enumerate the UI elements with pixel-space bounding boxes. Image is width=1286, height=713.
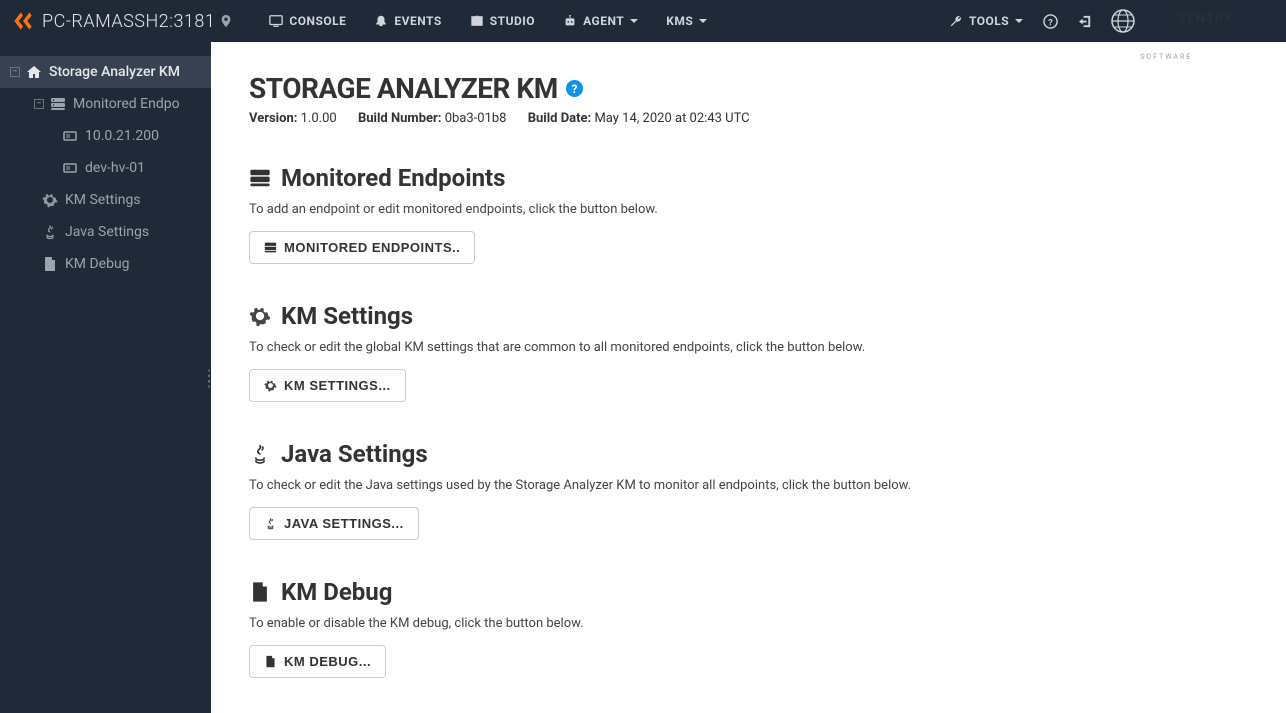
gear-icon [264, 379, 277, 392]
help-button[interactable] [1033, 14, 1068, 29]
server-icon [264, 241, 277, 254]
button-label: Monitored Endpoints.. [284, 240, 460, 255]
button-label: Java Settings... [284, 516, 404, 531]
nav-tools-label: Tools [969, 14, 1009, 28]
logout-button[interactable] [1068, 14, 1103, 29]
date-label: Build Date: [528, 111, 592, 126]
gear-icon [42, 192, 58, 208]
button-label: KM Debug... [284, 654, 371, 669]
tree-endpoint-label: dev-hv-01 [85, 160, 145, 176]
section-desc: To check or edit the Java settings used … [249, 478, 1248, 493]
tree-km-settings[interactable]: KM Settings [0, 184, 211, 216]
file-icon [42, 256, 58, 272]
sentry-globe-icon [1111, 9, 1135, 33]
nav-agent[interactable]: Agent [549, 0, 652, 42]
tree-km-debug-label: KM Debug [65, 256, 130, 272]
nav-tools[interactable]: Tools [939, 0, 1033, 42]
section-desc: To enable or disable the KM debug, click… [249, 616, 1248, 631]
section-desc: To check or edit the global KM settings … [249, 340, 1248, 355]
tree-monitored-label: Monitored Endpo [73, 96, 180, 112]
section-title: Monitored Endpoints [281, 164, 506, 192]
nav-studio-label: Studio [490, 14, 535, 28]
nav-kms-label: KMs [666, 14, 693, 28]
section-title: KM Debug [281, 578, 392, 606]
version-label: Version: [249, 111, 297, 126]
nav-studio[interactable]: Studio [456, 0, 549, 42]
section-endpoints: Monitored Endpoints To add an endpoint o… [249, 164, 1248, 264]
server-icon [50, 96, 66, 112]
nav-kms[interactable]: KMs [652, 0, 721, 42]
km-settings-button[interactable]: KM Settings... [249, 369, 406, 402]
host-label: PC-RAMASSH2:3181 [42, 11, 215, 32]
nav-events-label: Events [394, 14, 441, 28]
tree-collapse-icon[interactable]: − [10, 67, 20, 77]
build-label: Build Number: [358, 111, 441, 126]
page-title-text: STORAGE ANALYZER KM [249, 72, 558, 105]
nav-events[interactable]: Events [360, 0, 455, 42]
nav-console-label: Console [289, 14, 346, 28]
section-title: Java Settings [281, 440, 428, 468]
button-label: KM Settings... [284, 378, 391, 393]
section-java-settings: Java Settings To check or edit the Java … [249, 440, 1248, 540]
monitored-endpoints-button[interactable]: Monitored Endpoints.. [249, 231, 475, 264]
tree-collapse-icon[interactable]: − [34, 99, 44, 109]
main-content: STORAGE ANALYZER KM ? Version: 1.0.00 Bu… [211, 42, 1286, 713]
tree-java-settings-label: Java Settings [65, 224, 149, 240]
tree-endpoint-label: 10.0.21.200 [85, 128, 159, 144]
nav-right: Tools SENTRYSOFTWARE [939, 0, 1286, 42]
java-settings-button[interactable]: Java Settings... [249, 507, 419, 540]
top-navbar: PC-RAMASSH2:3181 Console Events Studio A… [0, 0, 1286, 42]
caret-down-icon [1015, 19, 1023, 23]
km-debug-button[interactable]: KM Debug... [249, 645, 386, 678]
tree-km-settings-label: KM Settings [65, 192, 141, 208]
tree-km-debug[interactable]: KM Debug [0, 248, 211, 280]
tree-root[interactable]: − Storage Analyzer KM [0, 56, 211, 88]
server-icon [249, 167, 271, 189]
caret-down-icon [699, 19, 707, 23]
java-icon [264, 517, 277, 530]
nav-links: Console Events Studio Agent KMs [255, 0, 721, 42]
sidebar-resize-handle[interactable]: ⋮⋮ [201, 373, 217, 383]
gear-icon [249, 305, 271, 327]
version-value: 1.0.00 [301, 111, 337, 126]
tree-java-settings[interactable]: Java Settings [0, 216, 211, 248]
date-value: May 14, 2020 at 02:43 UTC [594, 111, 749, 126]
home-icon [26, 64, 42, 80]
section-title: KM Settings [281, 302, 413, 330]
section-km-settings: KM Settings To check or edit the global … [249, 302, 1248, 402]
file-icon [249, 581, 271, 603]
sidebar-tree: − Storage Analyzer KM − Monitored Endpo … [0, 42, 211, 713]
version-info: Version: 1.0.00 Build Number: 0ba3-01b8 … [249, 111, 1248, 126]
host-icon [62, 128, 78, 144]
java-icon [249, 443, 271, 465]
file-icon [264, 655, 277, 668]
brand-logo-icon [10, 8, 36, 34]
caret-down-icon [630, 19, 638, 23]
section-km-debug: KM Debug To enable or disable the KM deb… [249, 578, 1248, 678]
location-pin-icon[interactable] [219, 14, 233, 28]
nav-agent-label: Agent [583, 14, 624, 28]
section-desc: To add an endpoint or edit monitored end… [249, 202, 1248, 217]
tree-endpoint-item[interactable]: dev-hv-01 [0, 152, 211, 184]
tree-endpoint-item[interactable]: 10.0.21.200 [0, 120, 211, 152]
nav-console[interactable]: Console [255, 0, 360, 42]
tree-root-label: Storage Analyzer KM [49, 64, 180, 80]
build-value: 0ba3-01b8 [445, 111, 507, 126]
host-icon [62, 160, 78, 176]
page-title: STORAGE ANALYZER KM ? [249, 72, 1248, 105]
help-icon[interactable]: ? [566, 80, 583, 97]
tree-monitored-endpoints[interactable]: − Monitored Endpo [0, 88, 211, 120]
java-icon [42, 224, 58, 240]
